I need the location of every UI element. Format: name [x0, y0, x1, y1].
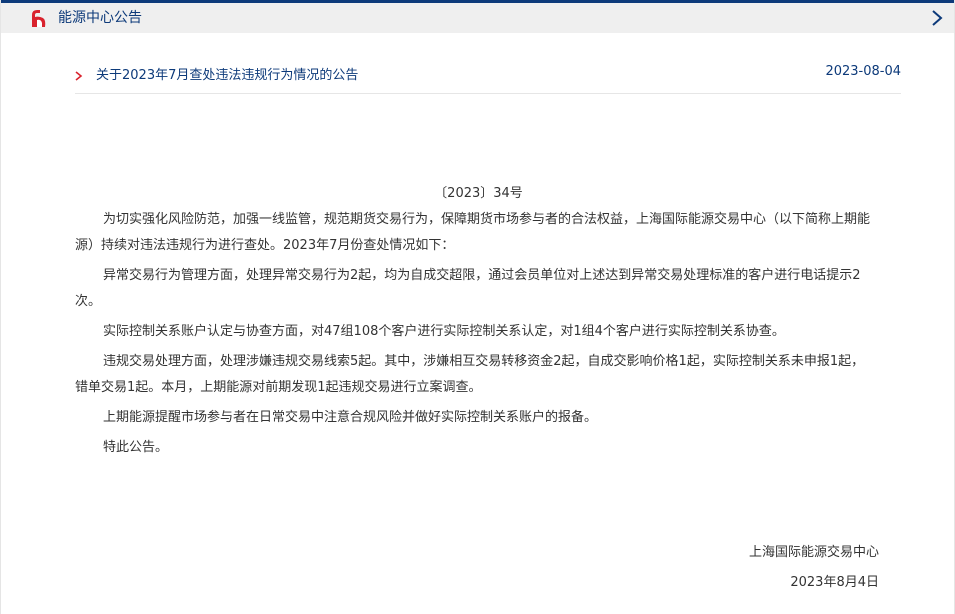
notice-paragraph: 异常交易行为管理方面，处理异常交易行为2起，均为自成交超限，通过会员单位对上述达…	[75, 268, 861, 309]
signature-date: 2023年8月4日	[790, 575, 879, 590]
signature-organization: 上海国际能源交易中心	[748, 545, 879, 560]
bullet-arrow-icon	[75, 66, 83, 81]
announcement-page: 能源中心公告 关于2023年7月查处违法违规行为情况的公告 2023-08-04…	[0, 0, 955, 614]
notice-paragraph: 违规交易处理方面，处理涉嫌违规交易线索5起。其中，涉嫌相互交易转移资金2起，自成…	[75, 354, 865, 395]
article-row: 关于2023年7月查处违法违规行为情况的公告 2023-08-04	[75, 58, 901, 94]
document-number: 〔2023〕34号	[434, 186, 523, 201]
notice-body: 为切实强化风险防范，加强一线监管，规范期货交易行为，保障期货市场参与者的合法权益…	[75, 207, 875, 465]
notice-paragraph: 实际控制关系账户认定与协查方面，对47组108个客户进行实际控制关系认定，对1组…	[103, 324, 785, 339]
notice-paragraph: 为切实强化风险防范，加强一线监管，规范期货交易行为，保障期货市场参与者的合法权益…	[75, 212, 871, 253]
notice-paragraph: 上期能源提醒市场参与者在日常交易中注意合规风险并做好实际控制关系账户的报备。	[103, 410, 598, 425]
section-header: 能源中心公告	[1, 3, 954, 33]
notice-paragraph: 特此公告。	[103, 440, 169, 455]
article-title-link[interactable]: 关于2023年7月查处违法违规行为情况的公告	[96, 64, 358, 83]
section-title: 能源中心公告	[58, 10, 142, 26]
article-date: 2023-08-04	[825, 64, 901, 79]
chevron-right-icon[interactable]	[930, 10, 944, 26]
shfe-logo-icon	[28, 8, 48, 28]
